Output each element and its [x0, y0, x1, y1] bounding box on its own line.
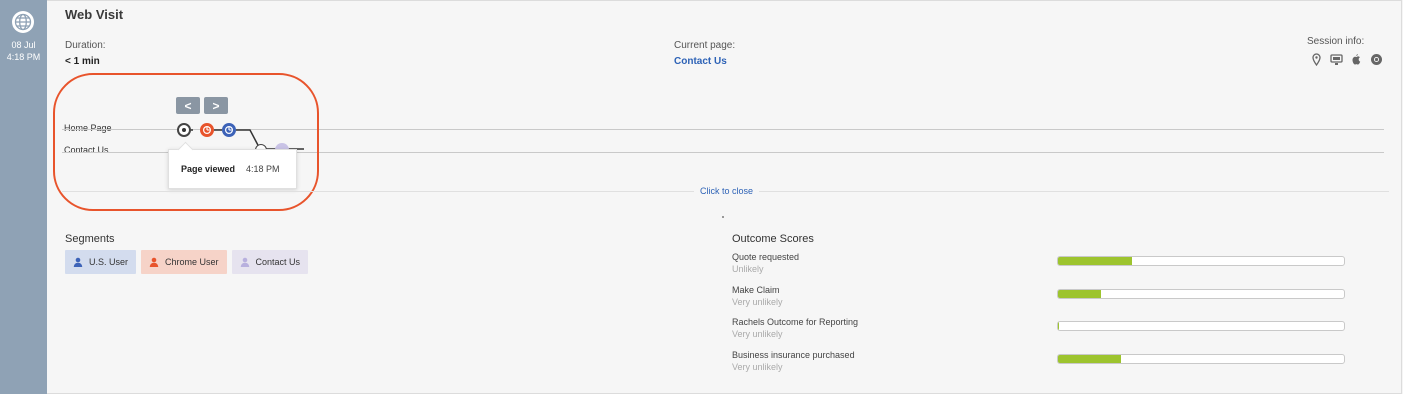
outcome-score-bar [1057, 321, 1345, 331]
chrome-icon[interactable] [1370, 53, 1383, 66]
outcome-likelihood: Unlikely [732, 264, 764, 274]
score-fill [1058, 322, 1060, 330]
outcome-quote-requested: Quote requested Unlikely [732, 252, 1372, 282]
outcome-name: Rachels Outcome for Reporting [732, 317, 859, 327]
page-viewed-tooltip: Page viewed 4:18 PM [168, 141, 297, 189]
segments-list: U.S. User Chrome User Contact Us [65, 250, 309, 274]
timeline-row-contact-us: Contact Us [64, 145, 109, 155]
timeline-node-page-view[interactable] [200, 123, 214, 137]
session-info-label: Session info: [1307, 36, 1365, 47]
outcome-name: Business insurance purchased [732, 350, 855, 360]
person-icon [149, 257, 159, 267]
web-visit-card: Web Visit Duration: < 1 min Current page… [47, 0, 1402, 394]
outcome-name: Quote requested [732, 252, 800, 262]
timeline-prev-button[interactable]: < [176, 97, 200, 114]
segment-us-user[interactable]: U.S. User [65, 250, 137, 274]
segment-label: U.S. User [89, 257, 129, 267]
outcome-rachels-reporting: Rachels Outcome for Reporting Very unlik… [732, 317, 1372, 347]
card-title: Web Visit [65, 7, 124, 22]
segment-label: Chrome User [165, 257, 219, 267]
outcome-likelihood: Very unlikely [732, 297, 783, 307]
segment-label: Contact Us [255, 257, 301, 267]
current-page-link[interactable]: Contact Us [674, 56, 727, 67]
person-icon [73, 257, 83, 267]
outcome-scores-title: Outcome Scores [732, 233, 814, 245]
outcome-business-insurance: Business insurance purchased Very unlike… [732, 350, 1372, 380]
desktop-icon[interactable] [1330, 53, 1343, 66]
segment-contact-us[interactable]: Contact Us [231, 250, 309, 274]
date-rail: 08 Jul 4:18 PM [0, 0, 47, 394]
timeline-node-visit-start[interactable] [177, 123, 191, 137]
timeline-node-segment[interactable] [222, 123, 236, 137]
segment-chrome-user[interactable]: Chrome User [141, 250, 227, 274]
location-pin-icon[interactable] [1310, 53, 1323, 67]
timeline-row-home-page: Home Page [64, 123, 112, 133]
current-page-label: Current page: [674, 40, 736, 51]
outcome-score-bar [1057, 289, 1345, 299]
visit-time: 4:18 PM [6, 52, 41, 62]
tooltip-label: Page viewed [181, 164, 236, 174]
person-icon [240, 257, 249, 267]
timeline-next-button[interactable]: > [204, 97, 228, 114]
visit-date: 08 Jul [11, 40, 36, 50]
tooltip-time: 4:18 PM [246, 164, 280, 174]
duration-label: Duration: [65, 40, 106, 51]
duration-value: < 1 min [65, 56, 100, 67]
globe-icon [12, 11, 34, 33]
click-to-close-link[interactable]: Click to close [694, 186, 760, 196]
score-fill [1058, 355, 1121, 363]
outcome-score-bar [1057, 256, 1345, 266]
outcome-likelihood: Very unlikely [732, 329, 783, 339]
outcome-name: Make Claim [732, 285, 780, 295]
dot-marker [722, 216, 724, 218]
outcome-likelihood: Very unlikely [732, 362, 783, 372]
score-fill [1058, 257, 1133, 265]
segments-title: Segments [65, 233, 115, 245]
outcome-score-bar [1057, 354, 1345, 364]
apple-icon[interactable] [1350, 53, 1363, 66]
score-fill [1058, 290, 1101, 298]
outcome-make-claim: Make Claim Very unlikely [732, 285, 1372, 315]
session-icons [1310, 53, 1383, 67]
